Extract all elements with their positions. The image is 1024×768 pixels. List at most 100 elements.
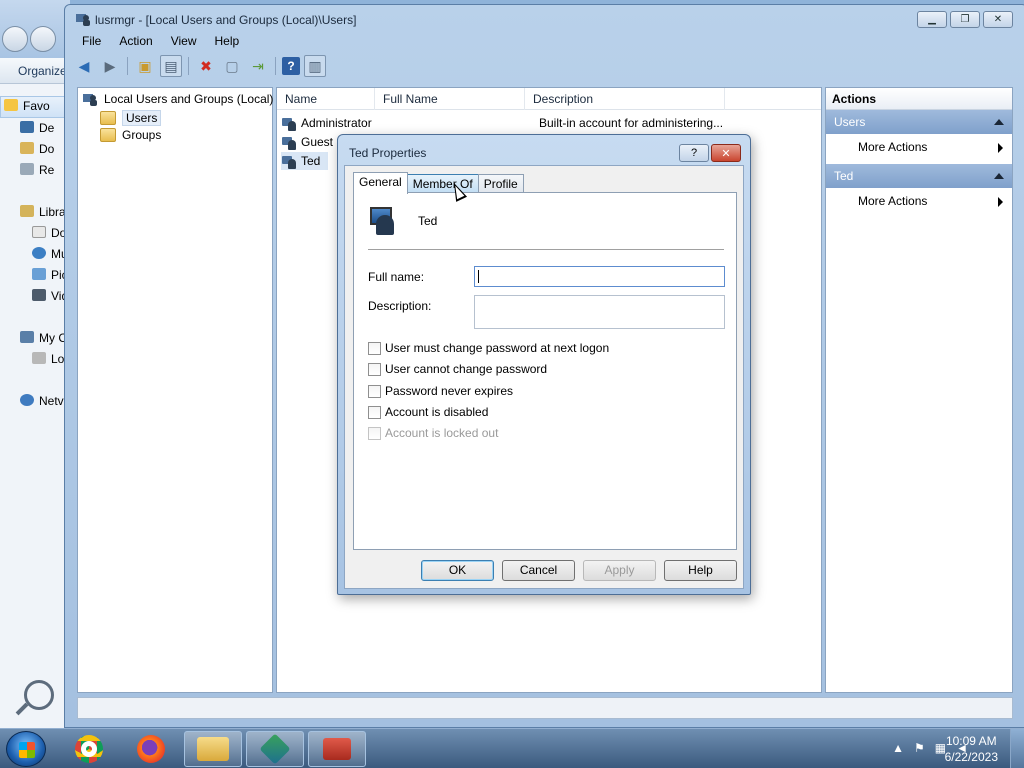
toolbar-separator [188,57,189,75]
nav-item-my-computer[interactable]: My C [20,331,68,345]
column-header-name[interactable]: Name [277,88,375,110]
background-explorer-window: Organize Favo De Do Re Libra Do Mu Pic V… [0,0,70,728]
clock[interactable]: 10:09 AM 6/22/2023 [945,733,998,765]
action-center-icon[interactable]: ⚑ [914,741,925,755]
column-header-description[interactable]: Description [525,88,725,110]
menu-help[interactable]: Help [206,33,249,53]
text-caret [478,270,479,283]
taskbar-firefox[interactable] [122,731,180,767]
checkbox-must-change-password[interactable]: User must change password at next logon [368,341,609,355]
help-icon[interactable]: ? [282,57,300,75]
checkbox-box[interactable] [368,384,381,398]
dialog-tabs: General Member Of Profile [353,172,524,194]
toolbar-separator [275,57,276,75]
ted-properties-dialog: Ted Properties ? ✕ General Member Of Pro… [337,134,751,595]
checkbox-cannot-change-password[interactable]: User cannot change password [368,362,547,376]
user-account-icon [366,205,398,237]
checkbox-box[interactable] [368,405,381,419]
menu-action[interactable]: Action [110,33,161,53]
up-folder-icon[interactable]: ▣ [134,55,156,77]
back-button[interactable] [2,26,28,52]
nav-item-network[interactable]: Netv [20,394,68,408]
desktop-icon [20,121,34,133]
network-app-icon [259,733,291,765]
star-icon [4,99,18,111]
tab-profile[interactable]: Profile [477,174,524,194]
taskbar: ▲ ⚑ ▦ ◄ 10:09 AM 6/22/2023 [0,728,1024,768]
apply-button: Apply [583,560,656,581]
minimize-button[interactable]: ▁ [917,11,947,28]
export-list-icon[interactable]: ⇥ [247,55,269,77]
collapse-icon [994,119,1004,125]
nav-item-libraries[interactable]: Libra [20,205,68,219]
show-hidden-icons-icon[interactable]: ▲ [892,741,904,755]
help-button[interactable]: Help [664,560,737,581]
menu-file[interactable]: File [73,33,110,53]
window-controls: ▁ ❐ ✕ [917,11,1013,28]
toolbar-separator [127,57,128,75]
delete-icon[interactable]: ✖ [195,55,217,77]
back-arrow-icon[interactable]: ◀ [73,55,95,77]
search-icon [24,680,54,710]
forward-arrow-icon[interactable]: ▶ [99,55,121,77]
more-actions-users[interactable]: More Actions [858,140,1003,154]
actions-group-users[interactable]: Users [826,110,1012,134]
full-name-label: Full name: [368,270,425,284]
list-row-guest[interactable]: Guest [281,133,333,151]
nav-item-recent[interactable]: Re [20,163,68,177]
user-icon [281,153,297,169]
tab-member-of[interactable]: Member Of [406,174,479,194]
documents-icon [32,226,46,238]
tree-item-groups[interactable]: Groups [100,128,161,142]
tree-root[interactable]: Local Users and Groups (Local) [82,92,273,106]
toolbox-icon [323,738,351,760]
checkbox-password-never-expires[interactable]: Password never expires [368,384,513,398]
restore-button[interactable]: ❐ [950,11,980,28]
collapse-icon [994,173,1004,179]
taskbar-network-app[interactable] [246,731,304,767]
column-header-full-name[interactable]: Full Name [375,88,525,110]
properties-icon[interactable]: ▢ [221,55,243,77]
chrome-icon [75,735,103,763]
show-desktop-button[interactable] [1010,729,1024,768]
windows-logo-icon [19,742,35,758]
close-button[interactable]: ✕ [983,11,1013,28]
tree-pane: Local Users and Groups (Local) Users Gro… [77,87,273,693]
dialog-help-button[interactable]: ? [679,144,709,162]
checkbox-box[interactable] [368,341,381,355]
checkbox-account-disabled[interactable]: Account is disabled [368,405,488,419]
description-field[interactable] [474,295,725,329]
start-button[interactable] [6,731,46,767]
taskbar-chrome[interactable] [60,731,118,767]
more-actions-ted[interactable]: More Actions [858,194,1003,208]
show-hide-tree-icon[interactable]: ▤ [160,55,182,77]
list-row-administrator[interactable]: Administrator Built-in account for admin… [281,114,723,132]
tab-general[interactable]: General [353,172,408,194]
dialog-close-button[interactable]: ✕ [711,144,741,162]
menu-view[interactable]: View [162,33,206,53]
recent-places-icon [20,163,34,175]
toolbar: ◀ ▶ ▣ ▤ ✖ ▢ ⇥ ? ▥ [73,53,326,79]
actions-group-ted[interactable]: Ted [826,164,1012,188]
full-name-field[interactable] [474,266,725,287]
nav-item-downloads[interactable]: Do [20,142,68,156]
downloads-icon [20,142,34,154]
nav-item-favorites[interactable]: Favo [4,99,52,113]
pictures-icon [32,268,46,280]
nav-item-desktop[interactable]: De [20,121,68,135]
computer-icon [20,331,34,343]
tree-item-users[interactable]: Users [100,110,162,126]
user-icon [281,115,297,131]
show-action-pane-icon[interactable]: ▥ [304,55,326,77]
organize-button[interactable]: Organize [18,64,67,78]
checkbox-box[interactable] [368,362,381,376]
taskbar-explorer[interactable] [184,731,242,767]
cancel-button[interactable]: Cancel [502,560,575,581]
user-name-label: Ted [418,214,438,228]
forward-button[interactable] [30,26,56,52]
submenu-arrow-icon [998,197,1003,207]
ok-button[interactable]: OK [421,560,494,581]
list-row-ted[interactable]: Ted [281,152,329,170]
taskbar-computer-management[interactable] [308,731,366,767]
actions-pane: Actions Users More Actions Ted More Acti… [825,87,1013,693]
